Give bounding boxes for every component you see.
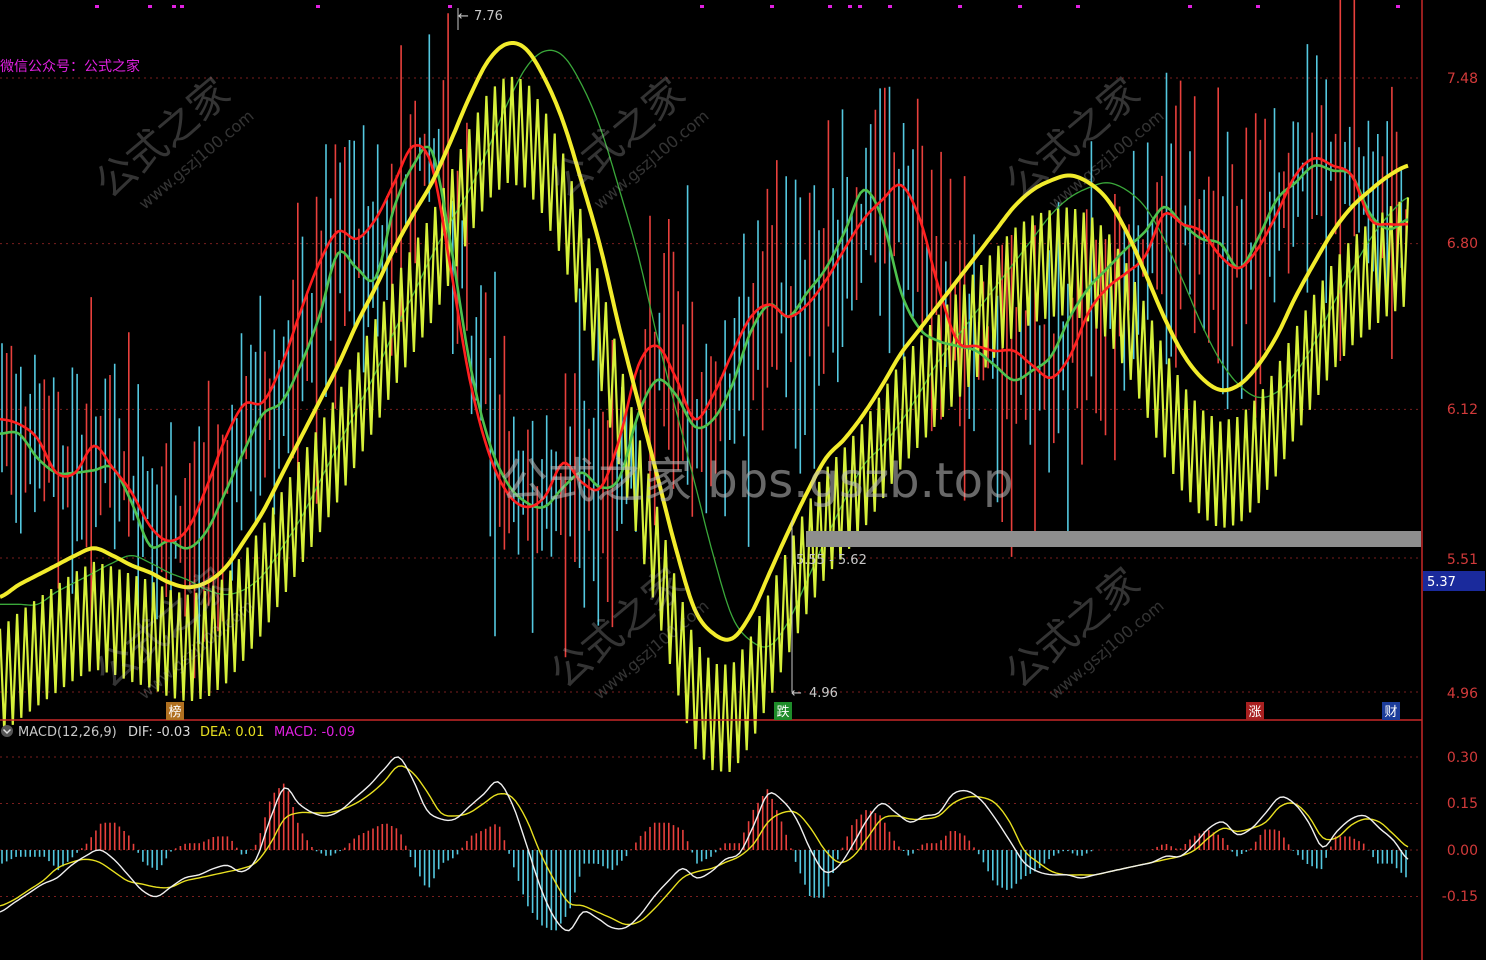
top-tick [316,5,320,8]
stock-chart: 5.55 - 5.62 ← 7.76 ← 4.96 7.48 6.80 6.12… [0,0,1485,960]
current-price-label: 5.37 [1427,575,1456,590]
yellow-trend-line [0,41,1409,642]
low-label: 4.96 [809,686,838,701]
wechat-label: 微信公众号：公式之家 [0,58,140,75]
top-tick [888,5,892,8]
dea-line [0,765,1409,926]
top-tick [1018,5,1022,8]
top-tick [770,5,774,8]
top-tick [95,5,99,8]
macd-tick-label: 0.15 [1447,796,1478,812]
top-tick [958,5,962,8]
range-band-bar [806,531,1421,547]
watermark-tile: 公式之家www.gszj100.com [997,70,1168,214]
top-tick [1256,5,1260,8]
macd-dea-label: DEA: 0.01 [200,725,264,740]
price-tick-label: 7.48 [1447,71,1478,87]
yellow-green-band [0,76,1410,772]
center-watermark: 公式之家 bbs.gszb.top [500,453,1014,509]
top-tick [180,5,184,8]
price-axis: 7.48 6.80 6.12 5.51 4.96 [1447,71,1478,702]
price-tick-label: 6.80 [1447,236,1478,252]
price-tick-label: 6.12 [1447,402,1478,418]
watermark-tiles: 公式之家www.gszj100.com 公式之家www.gszj100.com 公式… [87,70,1168,704]
macd-tick-label: 0.00 [1447,843,1478,859]
event-markers: 榜 跌 涨 财 [166,702,1400,720]
price-tick-label: 4.96 [1447,686,1478,702]
high-label: 7.76 [474,9,503,24]
top-tick [448,5,452,8]
dif-line [0,756,1409,932]
macd-tick-label: 0.30 [1447,750,1478,766]
top-tick [148,5,152,8]
top-tick [172,5,176,8]
top-tick [828,5,832,8]
collapse-chevron-icon[interactable] [1,725,13,737]
high-arrow-icon: ← [458,9,469,24]
marker-die-label: 跌 [776,704,789,720]
macd-title: MACD(12,26,9) [18,725,117,740]
macd-value-label: MACD: -0.09 [274,725,355,740]
macd-histogram [1,783,1407,931]
top-tick [1396,5,1400,8]
top-event-ticks [95,5,1400,8]
top-tick [1076,5,1080,8]
macd-gridlines [0,756,1422,897]
marker-cai-label: 财 [1384,705,1397,720]
top-tick [700,5,704,8]
top-tick [858,5,862,8]
macd-axis: 0.30 0.15 0.00 -0.15 [1442,750,1478,905]
macd-header: MACD(12,26,9) DIF: -0.03 DEA: 0.01 MACD:… [1,725,355,740]
watermark-tile: 公式之家www.gszj100.com [87,70,258,214]
top-tick [848,5,852,8]
marker-zhang-label: 涨 [1248,705,1261,720]
band-zigzag [0,76,1410,772]
price-tick-label: 5.51 [1447,552,1478,568]
low-arrow-icon: ← [791,686,802,701]
marker-bang-label: 榜 [168,704,181,720]
range-band-label: 5.55 - 5.62 [796,553,867,568]
macd-dif-label: DIF: -0.03 [128,725,190,740]
macd-tick-label: -0.15 [1442,889,1478,905]
top-tick [1188,5,1192,8]
